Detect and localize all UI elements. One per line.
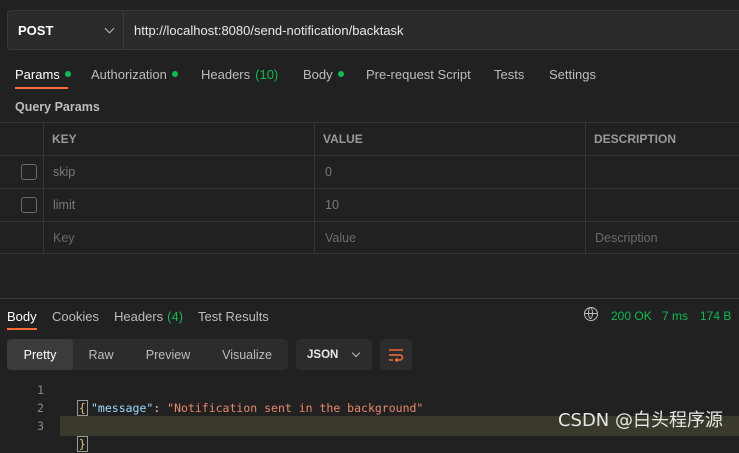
line-number: 1	[37, 383, 44, 397]
response-tab-cookies[interactable]: Cookies	[52, 308, 99, 324]
row-checkbox[interactable]	[21, 164, 37, 180]
method-label: POST	[18, 22, 54, 38]
response-time[interactable]: 7 ms	[662, 308, 688, 324]
url-input[interactable]: http://localhost:8080/send-notification/…	[134, 11, 404, 49]
table-header-row: KEY VALUE DESCRIPTION	[0, 122, 739, 155]
column-header-key: KEY	[52, 132, 77, 146]
response-tab-body[interactable]: Body	[7, 308, 37, 324]
param-key[interactable]: skip	[53, 156, 75, 188]
response-size[interactable]: 174 B	[700, 308, 731, 324]
open-brace: {	[76, 400, 88, 416]
url-bar: POST http://localhost:8080/send-notifica…	[7, 10, 739, 50]
tab-tests[interactable]: Tests	[494, 66, 524, 82]
view-mode-group: Pretty Raw Preview Visualize	[7, 339, 288, 370]
watermark: CSDN @白头程序源	[557, 410, 723, 431]
tab-body[interactable]: Body	[303, 66, 344, 82]
globe-icon[interactable]	[584, 307, 598, 321]
param-value[interactable]: 0	[325, 156, 332, 188]
param-value[interactable]: 10	[325, 189, 339, 221]
new-key-input[interactable]: Key	[53, 222, 75, 254]
view-raw-button[interactable]: Raw	[77, 339, 125, 370]
tab-tests-label: Tests	[494, 66, 525, 82]
query-params-title: Query Params	[15, 100, 100, 114]
line-number: 3	[37, 419, 44, 433]
response-tab-headers-count: (4)	[167, 308, 184, 324]
status-code[interactable]: 200 OK	[611, 308, 652, 324]
status-dot-icon	[64, 71, 71, 77]
view-preview-button[interactable]: Preview	[133, 339, 203, 370]
active-tab-indicator	[15, 87, 68, 89]
response-tab-headers[interactable]: Headers (4)	[114, 308, 183, 324]
wrap-lines-button[interactable]	[380, 339, 412, 370]
tab-params[interactable]: Params	[15, 66, 71, 82]
format-label: JSON	[307, 348, 339, 361]
column-divider	[43, 122, 44, 254]
column-header-description: DESCRIPTION	[594, 132, 677, 146]
param-key[interactable]: limit	[53, 189, 75, 221]
status-dot-icon	[337, 71, 344, 77]
method-select[interactable]: POST	[8, 11, 124, 49]
response-tab-headers-label: Headers	[114, 308, 164, 324]
tab-settings[interactable]: Settings	[549, 66, 596, 82]
close-brace: }	[76, 436, 88, 452]
tab-pre-request-script[interactable]: Pre-request Script	[366, 66, 471, 82]
row-checkbox[interactable]	[21, 197, 37, 213]
column-header-value: VALUE	[323, 132, 363, 146]
tab-body-label: Body	[303, 66, 333, 82]
tab-params-label: Params	[15, 66, 60, 82]
code-line-2[interactable]: "message": "Notification sent in the bac…	[91, 399, 423, 417]
wrap-lines-icon	[389, 348, 404, 362]
new-value-input[interactable]: Value	[325, 222, 356, 254]
tab-settings-label: Settings	[549, 66, 596, 82]
column-divider	[314, 122, 315, 254]
code-line-1[interactable]: {	[63, 381, 88, 416]
json-key: "message"	[91, 401, 154, 415]
chevron-down-icon	[104, 23, 115, 34]
table-row-new: Key Value Description	[0, 221, 739, 254]
tab-pre-request-label: Pre-request Script	[366, 66, 471, 82]
table-row: skip 0	[0, 155, 739, 188]
new-description-input[interactable]: Description	[595, 222, 658, 254]
pane-divider[interactable]	[0, 298, 739, 299]
tab-authorization[interactable]: Authorization	[91, 66, 178, 82]
tab-authorization-label: Authorization	[91, 66, 167, 82]
param-description[interactable]	[595, 189, 735, 221]
param-description[interactable]	[595, 156, 735, 188]
line-number: 2	[37, 401, 44, 415]
format-select[interactable]: JSON	[296, 339, 372, 370]
chevron-down-icon	[351, 348, 361, 358]
table-row: limit 10	[0, 188, 739, 221]
active-response-tab-indicator	[7, 328, 37, 330]
view-pretty-button[interactable]: Pretty	[7, 339, 73, 370]
response-tab-test-results[interactable]: Test Results	[198, 308, 269, 324]
tab-headers-label: Headers	[201, 66, 251, 82]
json-colon: :	[153, 401, 168, 415]
code-line-3[interactable]: }	[63, 417, 88, 452]
column-divider	[585, 122, 586, 254]
view-visualize-button[interactable]: Visualize	[211, 339, 283, 370]
status-dot-icon	[171, 71, 178, 77]
tab-headers[interactable]: Headers (10)	[201, 66, 278, 82]
json-value: "Notification sent in the background"	[167, 401, 424, 415]
tab-headers-count: (10)	[255, 66, 279, 82]
